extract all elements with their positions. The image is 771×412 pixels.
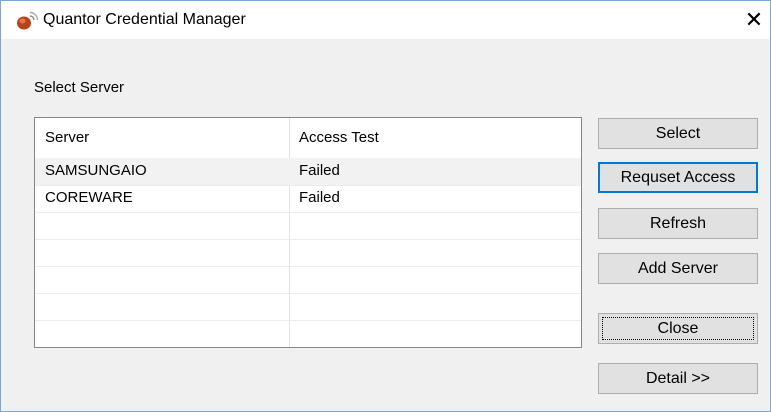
row-divider bbox=[35, 293, 581, 294]
detail-button[interactable]: Detail >> bbox=[598, 363, 758, 394]
table-row[interactable]: SAMSUNGAIO Failed bbox=[35, 158, 581, 185]
row-divider bbox=[35, 185, 581, 186]
column-divider bbox=[289, 118, 290, 347]
row-divider bbox=[35, 266, 581, 267]
server-list[interactable]: Server Access Test SAMSUNGAIO Failed COR… bbox=[34, 117, 582, 348]
cell-access-test: Failed bbox=[299, 162, 340, 179]
row-divider bbox=[35, 320, 581, 321]
refresh-button[interactable]: Refresh bbox=[598, 208, 758, 239]
close-window-icon[interactable]: ✕ bbox=[739, 5, 769, 35]
title-bar: Quantor Credential Manager ✕ bbox=[1, 1, 770, 39]
dialog-window: Quantor Credential Manager ✕ Select Serv… bbox=[0, 0, 771, 412]
window-title: Quantor Credential Manager bbox=[43, 11, 246, 28]
cell-access-test: Failed bbox=[299, 189, 340, 206]
column-header-server[interactable]: Server bbox=[45, 128, 89, 148]
list-header: Server Access Test bbox=[35, 118, 581, 158]
column-header-access-test[interactable]: Access Test bbox=[299, 128, 379, 148]
cell-server: COREWARE bbox=[45, 189, 133, 206]
request-access-button[interactable]: Requset Access bbox=[598, 162, 758, 193]
table-row[interactable]: COREWARE Failed bbox=[35, 185, 581, 212]
select-button[interactable]: Select bbox=[598, 118, 758, 149]
add-server-button[interactable]: Add Server bbox=[598, 253, 758, 284]
close-button-label: Close bbox=[657, 320, 699, 337]
select-server-label: Select Server bbox=[34, 79, 125, 96]
cell-server: SAMSUNGAIO bbox=[45, 162, 147, 179]
row-divider bbox=[35, 212, 581, 213]
close-button[interactable]: Close bbox=[598, 313, 758, 344]
row-divider bbox=[35, 239, 581, 240]
quantor-app-icon bbox=[17, 11, 39, 30]
